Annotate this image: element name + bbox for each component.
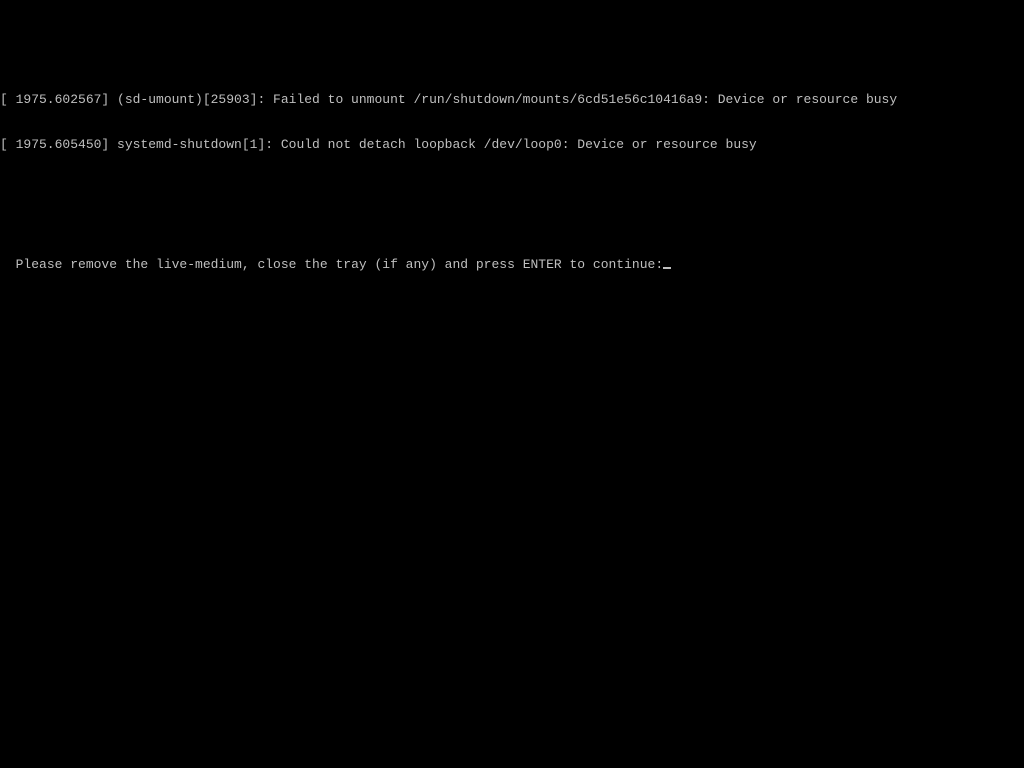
blank-line — [0, 227, 1024, 242]
console-output: [ 1975.602567] (sd-umount)[25903]: Faile… — [0, 62, 1024, 272]
remove-medium-prompt[interactable]: Please remove the live-medium, close the… — [16, 257, 664, 272]
blank-line — [0, 182, 1024, 197]
log-line: [ 1975.605450] systemd-shutdown[1]: Coul… — [0, 137, 1024, 152]
log-line: [ 1975.602567] (sd-umount)[25903]: Faile… — [0, 92, 1024, 107]
cursor-icon — [663, 267, 671, 269]
